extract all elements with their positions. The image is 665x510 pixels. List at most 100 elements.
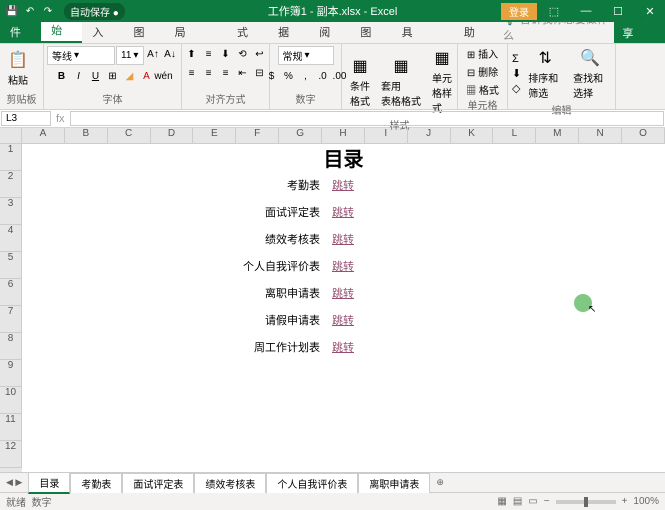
login-button[interactable]: 登录 <box>501 3 537 20</box>
zoom-out-icon[interactable]: − <box>544 496 550 507</box>
align-right-icon[interactable]: ≡ <box>218 65 234 81</box>
col-header[interactable]: H <box>322 128 365 143</box>
row-header[interactable]: 5 <box>0 252 22 279</box>
formula-input[interactable] <box>70 111 664 126</box>
zoom-slider[interactable] <box>556 500 616 504</box>
undo-icon[interactable]: ↶ <box>22 3 38 19</box>
col-header[interactable]: G <box>279 128 322 143</box>
minimize-icon[interactable]: — <box>571 0 601 22</box>
worksheet-grid[interactable]: 1 2 3 4 5 6 7 8 9 10 11 12 目录 考勤表跳转 面试评定… <box>0 144 665 472</box>
close-icon[interactable]: ✕ <box>635 0 665 22</box>
border-icon[interactable]: ⊞ <box>105 68 121 84</box>
find-select-button[interactable]: 🔍查找和选择 <box>569 46 611 102</box>
font-color-icon[interactable]: A <box>139 68 155 84</box>
toc-item-link[interactable]: 跳转 <box>332 258 382 274</box>
orientation-icon[interactable]: ⟲ <box>235 46 251 62</box>
col-header[interactable]: J <box>408 128 451 143</box>
wrap-text-icon[interactable]: ↩ <box>252 46 268 62</box>
row-header[interactable]: 9 <box>0 360 22 387</box>
fx-icon[interactable]: fx <box>52 113 69 125</box>
inc-decimal-icon[interactable]: .0 <box>315 68 331 84</box>
toc-item-link[interactable]: 跳转 <box>332 312 382 328</box>
row-header[interactable]: 8 <box>0 333 22 360</box>
fill-icon[interactable]: ⬇ <box>512 67 521 80</box>
italic-icon[interactable]: I <box>71 68 87 84</box>
grow-font-icon[interactable]: A↑ <box>145 46 161 62</box>
view-break-icon[interactable]: ▭ <box>528 496 537 507</box>
align-left-icon[interactable]: ≡ <box>184 65 200 81</box>
font-name[interactable]: 等线 ▾ <box>47 46 115 65</box>
sheet-tab[interactable]: 考勤表 <box>70 473 122 493</box>
fill-color-icon[interactable]: ◢ <box>122 68 138 84</box>
row-header[interactable]: 1 <box>0 144 22 171</box>
row-header[interactable]: 11 <box>0 414 22 441</box>
row-header[interactable]: 6 <box>0 279 22 306</box>
row-header[interactable]: 3 <box>0 198 22 225</box>
align-top-icon[interactable]: ⬆ <box>184 46 200 62</box>
table-format-button[interactable]: ▦套用 表格格式 <box>377 54 425 110</box>
col-header[interactable]: O <box>622 128 665 143</box>
col-header[interactable]: N <box>579 128 622 143</box>
view-normal-icon[interactable]: ▦ <box>497 496 506 507</box>
conditional-format-button[interactable]: ▦条件格式 <box>346 54 374 110</box>
percent-icon[interactable]: % <box>281 68 297 84</box>
col-header[interactable]: M <box>536 128 579 143</box>
row-header[interactable]: 10 <box>0 387 22 414</box>
row-header[interactable]: 12 <box>0 441 22 468</box>
col-header[interactable]: B <box>65 128 108 143</box>
maximize-icon[interactable]: ☐ <box>603 0 633 22</box>
select-all[interactable] <box>0 128 22 143</box>
number-format[interactable]: 常规 ▾ <box>278 46 334 65</box>
col-header[interactable]: F <box>236 128 279 143</box>
format-cells-button[interactable]: ▦ 格式 <box>466 82 499 97</box>
toc-item-link[interactable]: 跳转 <box>332 204 382 220</box>
clear-icon[interactable]: ◇ <box>512 82 521 95</box>
autosum-icon[interactable]: Σ <box>512 53 521 65</box>
row-header[interactable]: 2 <box>0 171 22 198</box>
new-sheet-icon[interactable]: ⊕ <box>430 477 450 488</box>
underline-icon[interactable]: U <box>88 68 104 84</box>
name-box[interactable]: L3 <box>1 111 51 126</box>
sheet-tab[interactable]: 目录 <box>28 472 70 494</box>
ribbon-options-icon[interactable]: ⬚ <box>539 0 569 22</box>
autosave-toggle[interactable]: 自动保存 ● <box>64 3 125 20</box>
sheet-tab[interactable]: 面试评定表 <box>122 473 194 493</box>
font-size[interactable]: 11 ▾ <box>116 46 144 65</box>
indent-dec-icon[interactable]: ⇤ <box>235 65 251 81</box>
col-header[interactable]: E <box>193 128 236 143</box>
sheet-tab[interactable]: 个人自我评价表 <box>266 473 358 493</box>
phonetic-icon[interactable]: wén <box>156 68 172 84</box>
row-header[interactable]: 4 <box>0 225 22 252</box>
row-header[interactable]: 7 <box>0 306 22 333</box>
col-header[interactable]: I <box>365 128 408 143</box>
col-header[interactable]: A <box>22 128 65 143</box>
col-header[interactable]: C <box>108 128 151 143</box>
align-center-icon[interactable]: ≡ <box>201 65 217 81</box>
toc-item-link[interactable]: 跳转 <box>332 177 382 193</box>
zoom-level[interactable]: 100% <box>633 496 659 507</box>
toc-item-link[interactable]: 跳转 <box>332 339 382 355</box>
zoom-in-icon[interactable]: + <box>622 496 628 507</box>
align-bottom-icon[interactable]: ⬇ <box>218 46 234 62</box>
col-header[interactable]: L <box>493 128 536 143</box>
delete-cells-button[interactable]: ⊟ 删除 <box>467 64 498 79</box>
save-icon[interactable]: 💾 <box>4 3 20 19</box>
sheet-tab[interactable]: 离职申请表 <box>358 473 430 493</box>
col-header[interactable]: K <box>451 128 494 143</box>
sort-filter-button[interactable]: ⇅排序和筛选 <box>524 46 566 102</box>
paste-button[interactable]: 📋粘贴 <box>4 48 32 89</box>
view-page-icon[interactable]: ▤ <box>513 496 522 507</box>
align-middle-icon[interactable]: ≡ <box>201 46 217 62</box>
toc-item-link[interactable]: 跳转 <box>332 285 382 301</box>
comma-icon[interactable]: , <box>298 68 314 84</box>
redo-icon[interactable]: ↷ <box>40 3 56 19</box>
currency-icon[interactable]: $ <box>264 68 280 84</box>
cell-styles-button[interactable]: ▦单元格样式 <box>428 46 456 117</box>
insert-cells-button[interactable]: ⊞ 插入 <box>467 46 498 61</box>
toc-item-link[interactable]: 跳转 <box>332 231 382 247</box>
sheet-nav[interactable]: ◀ ▶ <box>0 477 28 488</box>
sheet-tab[interactable]: 绩效考核表 <box>194 473 266 493</box>
shrink-font-icon[interactable]: A↓ <box>162 46 178 62</box>
bold-icon[interactable]: B <box>54 68 70 84</box>
col-header[interactable]: D <box>151 128 194 143</box>
